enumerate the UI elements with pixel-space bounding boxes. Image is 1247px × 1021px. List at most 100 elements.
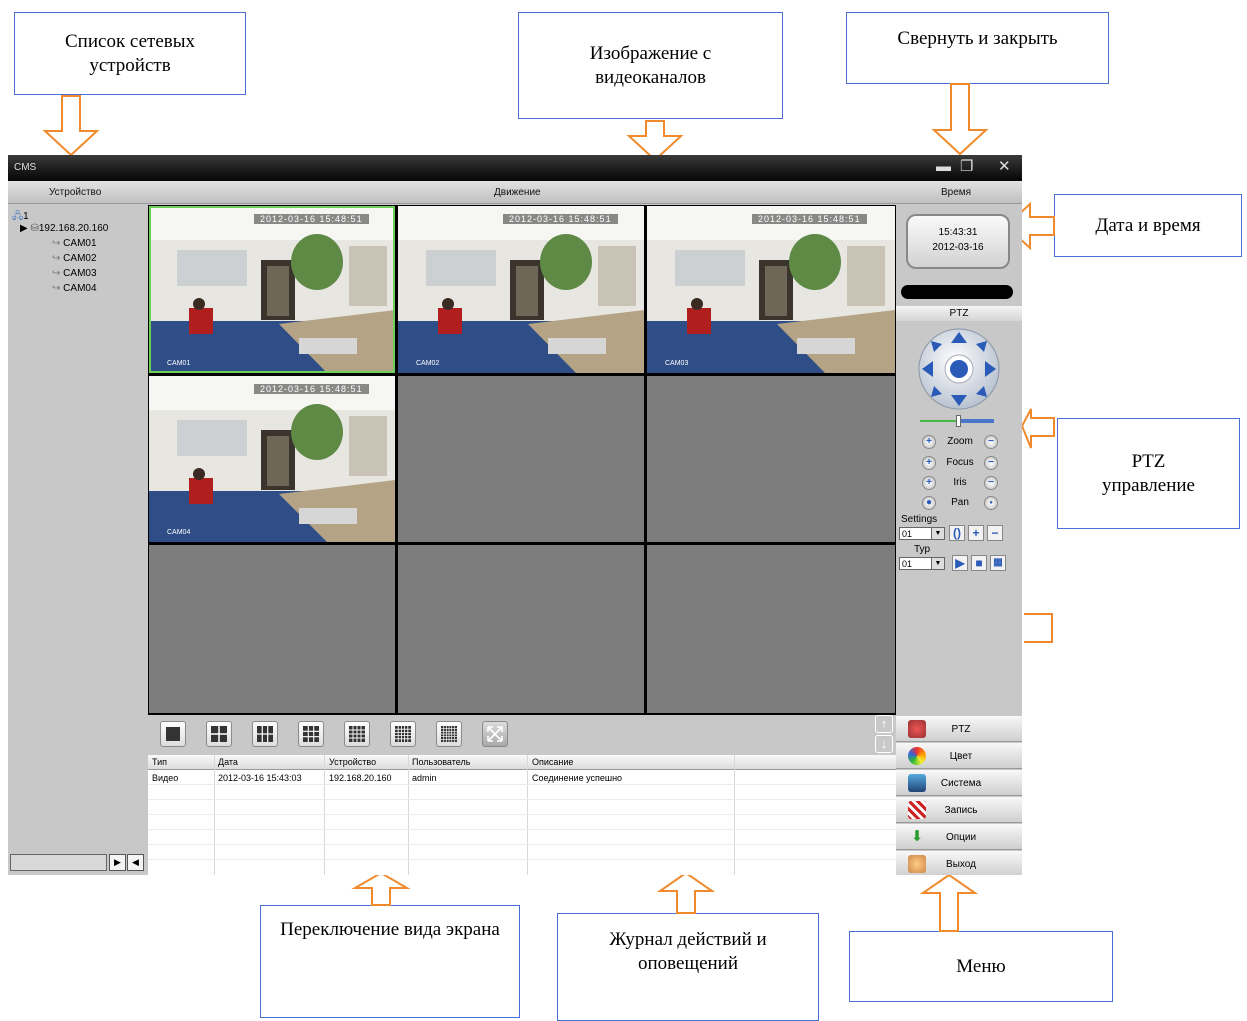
layout-36-icon [441,726,457,742]
ptz-joystick[interactable] [917,327,1001,411]
video-label: CAM04 [167,529,191,536]
restore-icon[interactable]: ❐ [960,159,973,175]
tour-grid-button[interactable]: ▦ [990,555,1006,571]
video-timestamp: 2012-03-16 15:48:51 [503,214,618,224]
ptz-zoom-row: + Zoom − [922,435,998,449]
scroll-right-icon[interactable]: ▶ [109,854,126,871]
tree-camera[interactable]: ↪ CAM01 [52,238,97,249]
dvr-icon: ⛁ [30,223,39,234]
focus-in-icon[interactable]: + [922,456,936,470]
zoom-in-icon[interactable]: + [922,435,936,449]
preset-add-button[interactable]: + [968,525,984,541]
ptz-icon [908,720,926,738]
ptz-header: PTZ [896,306,1022,321]
log-cell-date: 2012-03-16 15:43:03 [218,773,302,783]
minimize-icon[interactable]: ▬ [936,159,951,175]
video-timestamp: 2012-03-16 15:48:51 [254,384,369,394]
preset-remove-button[interactable]: − [987,525,1003,541]
layout-25-icon [395,726,411,742]
clock-time: 15:43:31 [938,227,978,238]
video-cell-cam04[interactable]: 2012-03-16 15:48:51 CAM04 [149,376,395,542]
camera-icon: ↪ [52,253,61,264]
log-scroll-up-icon[interactable]: ↑ [875,715,893,733]
log-col-date[interactable]: Дата [218,757,238,767]
pan-start-icon[interactable]: ● [922,496,936,510]
ptz-iris-row: + Iris − [922,476,998,490]
video-label: CAM02 [416,360,440,367]
typ-select[interactable]: 01 ▼ [899,557,945,570]
menu-item-color[interactable]: Цвет [896,743,1022,769]
layout-6-button[interactable] [252,721,278,747]
download-arrow-icon: ⬇ [910,828,924,845]
scroll-left-icon[interactable]: ◀ [127,854,144,871]
system-icon [908,774,926,792]
layout-36-button[interactable] [436,721,462,747]
video-cell-empty[interactable] [647,545,895,713]
zoom-out-icon[interactable]: − [984,435,998,449]
video-cell-empty[interactable] [149,545,395,713]
tree-scroll-bar: ▶ ◀ [8,852,148,875]
camera-frame [149,376,395,542]
menu-item-ptz[interactable]: PTZ [896,716,1022,742]
color-wheel-icon [908,747,926,765]
log-cell-device: 192.168.20.160 [329,773,392,783]
arrow-up-icon [351,871,411,906]
cms-window: CMS ▬ ❐ ✕ Устройство Движение Время 🖧1 ▶… [8,155,1022,875]
slider-handle[interactable] [956,415,961,427]
arrow-down-icon [931,83,989,156]
fullscreen-button[interactable] [482,721,508,747]
camera-icon: ↪ [52,238,61,249]
log-col-user[interactable]: Пользователь [412,757,470,767]
iris-close-icon[interactable]: − [984,476,998,490]
camera-frame [647,206,895,373]
settings-select[interactable]: 01 ▼ [899,527,945,540]
menu-device[interactable]: Устройство [49,187,101,198]
video-cell-cam03[interactable]: 2012-03-16 15:48:51 CAM03 [647,206,895,373]
main-menu: PTZ Цвет Система Запись ⬇ Опции Выход [896,715,1022,875]
layout-6-icon [257,726,273,742]
layout-4-button[interactable] [206,721,232,747]
focus-out-icon[interactable]: − [984,456,998,470]
video-label: CAM01 [167,360,191,367]
log-col-description[interactable]: Описание [532,757,573,767]
tour-play-button[interactable]: ▶ [952,555,968,571]
menu-item-record[interactable]: Запись [896,797,1022,823]
menu-item-system[interactable]: Система [896,770,1022,796]
tree-scroll-field[interactable] [10,854,107,871]
title-bar: CMS ▬ ❐ ✕ [8,155,1022,181]
users-icon [908,855,926,873]
tour-stop-button[interactable]: ■ [971,555,987,571]
arrow-up-icon [919,873,979,932]
video-cell-cam01[interactable]: 2012-03-16 15:48:51 CAM01 [149,206,395,373]
tree-device[interactable]: ▶ ⛁192.168.20.160 [20,223,108,234]
preset-cycle-button[interactable]: () [949,525,965,541]
layout-9-button[interactable] [298,721,324,747]
layout-16-button[interactable] [344,721,370,747]
tree-camera[interactable]: ↪ CAM02 [52,253,97,264]
video-cell-empty[interactable] [398,376,644,542]
log-cell-description: Соединение успешно [532,773,623,783]
menu-item-exit[interactable]: Выход [896,851,1022,875]
video-cell-empty[interactable] [398,545,644,713]
camera-icon: ↪ [52,283,61,294]
menu-motion[interactable]: Движение [494,187,541,198]
layout-1-button[interactable] [160,721,186,747]
log-scroll-down-icon[interactable]: ↓ [875,735,893,753]
close-icon[interactable]: ✕ [998,159,1011,175]
tree-camera[interactable]: ↪ CAM04 [52,283,97,294]
video-cell-empty[interactable] [647,376,895,542]
layout-9-icon [303,726,319,742]
iris-open-icon[interactable]: + [922,476,936,490]
fullscreen-icon [487,726,503,742]
ptz-center-icon [950,360,968,378]
menu-time[interactable]: Время [941,187,971,198]
ptz-speed-slider[interactable] [920,415,994,427]
log-col-device[interactable]: Устройство [329,757,376,767]
pan-stop-icon[interactable]: ● [984,496,998,510]
tree-camera[interactable]: ↪ CAM03 [52,268,97,279]
video-cell-cam02[interactable]: 2012-03-16 15:48:51 CAM02 [398,206,644,373]
menu-item-options[interactable]: ⬇ Опции [896,824,1022,850]
video-grid: 2012-03-16 15:48:51 CAM01 2012-03-16 15:… [148,205,896,715]
layout-25-button[interactable] [390,721,416,747]
log-col-type[interactable]: Тип [152,757,167,767]
